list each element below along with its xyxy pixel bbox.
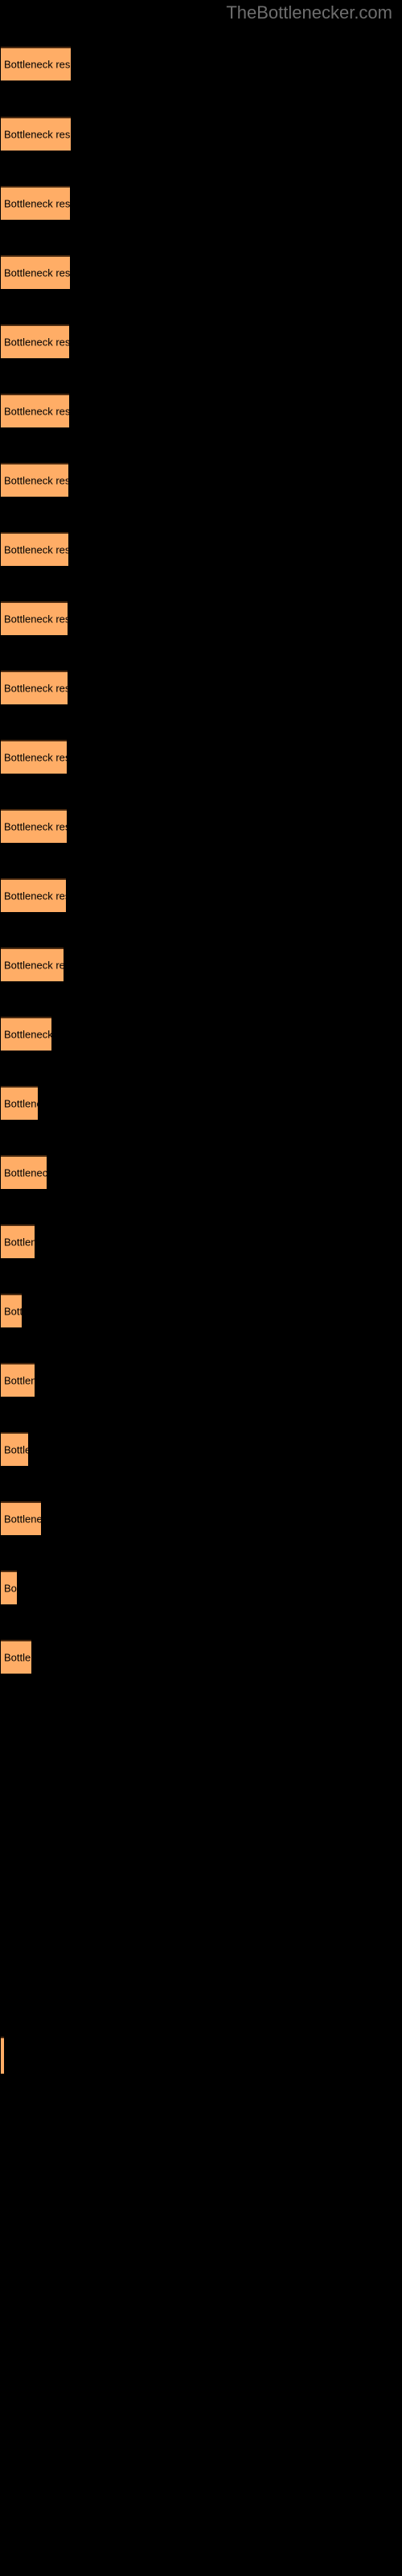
bottleneck-bar-chart: Bottleneck result Bottleneck result Bottle… <box>0 0 402 2576</box>
bar-label: Bottleneck result <box>4 1097 38 1110</box>
bar-label: Bottleneck result <box>4 890 66 902</box>
bottleneck-result-bar[interactable]: Bottleneck result <box>1 1155 47 1189</box>
bar-label: Bottleneck result <box>4 543 68 556</box>
bottleneck-result-bar[interactable]: Bottleneck result <box>1 947 64 981</box>
bar-label: Bottleneck result <box>4 336 69 349</box>
bottleneck-result-bar[interactable]: Bottleneck result <box>1 1571 17 1604</box>
bar-label: Bottleneck result <box>4 58 71 71</box>
page-root: TheBottlenecker.com Bottleneck resultBot… <box>0 0 402 2576</box>
bottleneck-result-bar[interactable]: Bottleneck result <box>1 47 71 80</box>
bottleneck-result-bar[interactable]: Bottleneck result <box>1 394 69 427</box>
bar-label: Bottleneck result <box>4 1374 35 1387</box>
bar-label: Bottleneck result <box>4 1582 17 1595</box>
bottleneck-result-bar[interactable]: Bottleneck result <box>1 255 70 289</box>
bar-label: Bottleneck result <box>4 1028 51 1041</box>
bar-label: Bottleneck result <box>4 682 68 695</box>
bar-label: Bottleneck result <box>4 1651 31 1664</box>
bar-label: Bottleneck result <box>4 1443 28 1456</box>
bottleneck-result-bar[interactable]: Bottleneck result <box>1 117 71 151</box>
bottleneck-result-bar[interactable]: Bottleneck result <box>1 1086 38 1120</box>
bar-label: Bottleneck result <box>4 1166 47 1179</box>
bottleneck-result-bar[interactable]: Bottleneck result <box>1 1294 22 1327</box>
bar-label: Bottleneck result <box>4 1513 41 1525</box>
bottleneck-result-bar[interactable]: Bottleneck result <box>1 532 68 566</box>
bar-label: Bottleneck result <box>4 197 70 210</box>
bar-label: Bottleneck result <box>4 1236 35 1249</box>
bottleneck-result-bar[interactable]: Bottleneck result <box>1 1017 51 1051</box>
bottleneck-result-bar[interactable]: Bottleneck result <box>1 1501 41 1535</box>
bar-label: Bottleneck result <box>4 613 68 625</box>
bottleneck-result-bar[interactable]: Bottleneck result <box>1 809 67 843</box>
bar-label: Bottleneck result <box>4 128 71 141</box>
bar-label: Bottleneck result <box>4 820 67 833</box>
bottleneck-result-bar[interactable]: Bottleneck result <box>1 671 68 704</box>
bottleneck-result-bar[interactable]: Bottleneck result <box>1 1432 28 1466</box>
bottleneck-result-bar[interactable]: Bottleneck result <box>1 324 69 358</box>
bottleneck-result-bar[interactable]: Bottleneck result <box>1 1363 35 1397</box>
bottleneck-result-bar[interactable]: Bottleneck result <box>1 1224 35 1258</box>
bar-label: Bottleneck result <box>4 405 69 418</box>
bar-label: Bottleneck result <box>4 751 67 764</box>
bottleneck-result-bar[interactable]: Bottleneck result <box>1 740 67 774</box>
bar-label: Bottleneck result <box>4 474 68 487</box>
axis-tick-marker <box>1 2037 4 2074</box>
bar-label: Bottleneck result <box>4 266 70 279</box>
bottleneck-result-bar[interactable]: Bottleneck result <box>1 878 66 912</box>
bottleneck-result-bar[interactable]: Bottleneck result <box>1 601 68 635</box>
bar-label: Bottleneck result <box>4 1305 22 1318</box>
bottleneck-result-bar[interactable]: Bottleneck result <box>1 186 70 220</box>
bottleneck-result-bar[interactable]: Bottleneck result <box>1 463 68 497</box>
bar-label: Bottleneck result <box>4 959 64 972</box>
bottleneck-result-bar[interactable]: Bottleneck result <box>1 1640 31 1674</box>
